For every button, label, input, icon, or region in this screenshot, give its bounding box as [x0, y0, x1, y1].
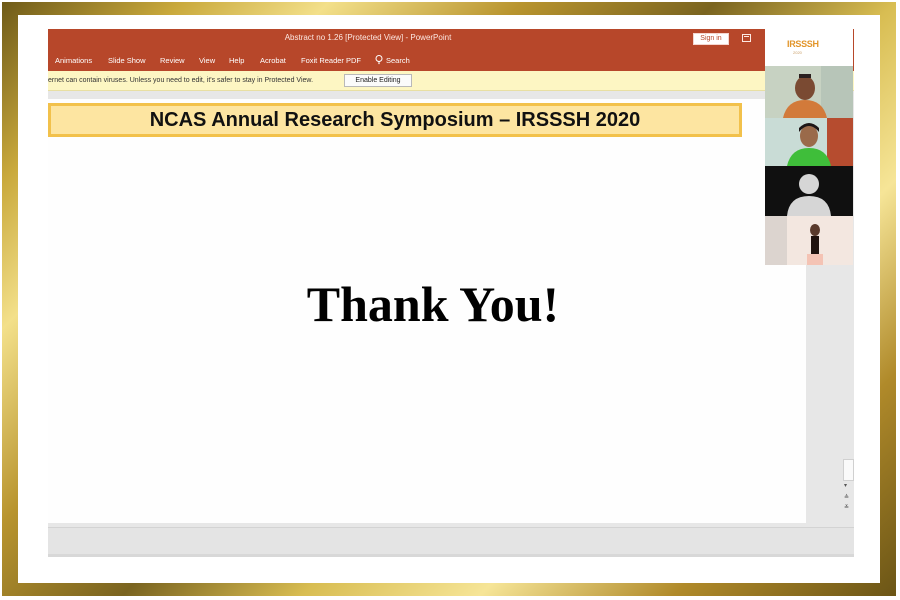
participant-1-image: [765, 66, 853, 118]
slide-body-text: Thank You!: [306, 276, 560, 332]
tab-animations[interactable]: Animations: [55, 56, 92, 65]
notes-pane[interactable]: [48, 527, 854, 557]
powerpoint-window: Abstract no 1.26 [Protected View] - Powe…: [48, 29, 854, 557]
participant-video-2[interactable]: [765, 118, 853, 166]
ribbon-tab-bar: Animations Slide Show Review View Help A…: [48, 50, 854, 71]
scrollbar-thumb[interactable]: [843, 459, 854, 481]
user-placeholder-icon: [765, 166, 853, 216]
search-label: Search: [386, 56, 410, 65]
status-bar: [48, 554, 854, 557]
prev-slide-icon[interactable]: ≜: [844, 495, 849, 501]
tab-help[interactable]: Help: [229, 56, 244, 65]
scroll-down-icon[interactable]: ▾: [844, 483, 847, 489]
sign-in-button[interactable]: Sign in: [693, 33, 729, 45]
participant-2-image: [765, 118, 853, 166]
participant-video-1[interactable]: [765, 66, 853, 118]
tab-slide-show[interactable]: Slide Show: [108, 56, 146, 65]
slide-banner: NCAS Annual Research Symposium – IRSSSH …: [48, 103, 742, 137]
tab-view[interactable]: View: [199, 56, 215, 65]
ribbon-display-options-icon[interactable]: [742, 34, 751, 42]
next-slide-icon[interactable]: ≚: [844, 505, 849, 511]
conference-logo: IRSSSH: [787, 39, 819, 49]
title-bar: Abstract no 1.26 [Protected View] - Powe…: [48, 29, 854, 50]
conference-logo-year: 2020: [793, 50, 802, 55]
conference-logo-tile: IRSSSH 2020: [765, 29, 853, 66]
current-slide: NCAS Annual Research Symposium – IRSSSH …: [48, 99, 806, 523]
protected-view-bar: ernet can contain viruses. Unless you ne…: [48, 71, 854, 91]
slide-editing-area: NCAS Annual Research Symposium – IRSSSH …: [48, 91, 854, 557]
participant-video-4[interactable]: [765, 216, 853, 265]
tab-review[interactable]: Review: [160, 56, 185, 65]
video-call-panel: IRSSSH 2020: [765, 29, 853, 265]
tab-foxit-reader-pdf[interactable]: Foxit Reader PDF: [301, 56, 361, 65]
participant-video-3[interactable]: [765, 166, 853, 216]
protected-view-message: ernet can contain viruses. Unless you ne…: [48, 77, 314, 84]
enable-editing-button[interactable]: Enable Editing: [344, 74, 412, 87]
participant-4-image: [765, 216, 853, 265]
slide-banner-text: NCAS Annual Research Symposium – IRSSSH …: [149, 109, 641, 131]
window-title: Abstract no 1.26 [Protected View] - Powe…: [284, 33, 452, 42]
lightbulb-search-icon: [375, 55, 383, 65]
tab-acrobat[interactable]: Acrobat: [260, 56, 286, 65]
